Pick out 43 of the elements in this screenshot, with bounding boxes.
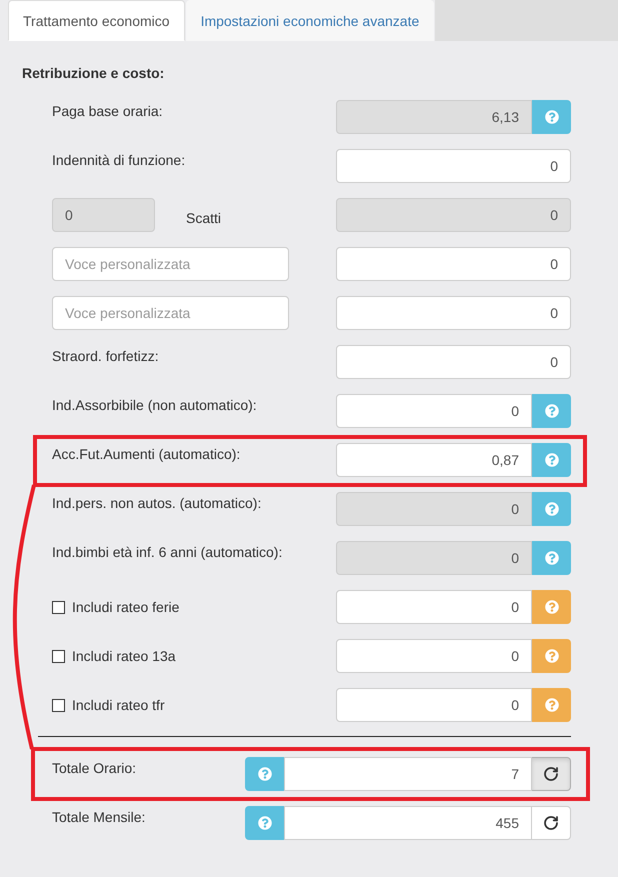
amount-field[interactable]: 0 [336,247,571,281]
help-button[interactable] [532,639,571,673]
field-label: Paga base oraria: [52,102,163,121]
name-field[interactable]: Voce personalizzata [52,247,289,281]
field-label: Indennità di funzione: [52,151,186,170]
amount-field[interactable]: 0 [336,296,571,330]
checkbox[interactable] [52,650,65,662]
help-button[interactable] [245,757,284,791]
tab[interactable]: Trattamento economico [8,0,185,41]
refresh-button[interactable] [532,806,571,840]
checkbox-label: Includi rateo 13a [72,647,176,666]
total-field[interactable]: 7 [284,757,532,791]
refresh-icon [543,766,559,782]
help-button[interactable] [532,394,571,428]
amount-field[interactable]: 0 [336,394,532,428]
amount-field[interactable]: 0 [336,345,571,379]
checkbox-label: Includi rateo ferie [72,598,180,617]
total-label: Totale Mensile: [52,808,146,827]
refresh-icon [543,815,559,831]
checkbox-label: Includi rateo tfr [72,696,165,715]
field-label: Acc.Fut.Aumenti (automatico): [52,445,240,464]
amount-field[interactable]: 0,87 [336,443,532,477]
field-label: Scatti [186,208,222,228]
amount-field[interactable]: 0 [336,149,571,183]
amount-field[interactable]: 0 [336,688,532,722]
amount-field[interactable]: 0 [336,590,532,624]
field-label: Ind.bimbi età inf. 6 anni (automatico): [52,543,282,562]
help-button[interactable] [532,688,571,722]
field-label: Straord. forfetizz: [52,347,159,366]
total-field[interactable]: 455 [284,806,532,840]
checkbox[interactable] [52,600,65,614]
checkbox[interactable] [52,698,65,712]
tab[interactable]: Impostazioni economiche avanzate [186,0,434,41]
name-field[interactable]: Voce personalizzata [52,296,289,330]
total-label: Totale Orario: [52,759,136,778]
amount-field[interactable]: 0 [336,639,532,673]
field-label: Ind.Assorbibile (non automatico): [52,396,257,415]
refresh-button[interactable] [532,757,571,791]
help-button[interactable] [532,443,571,477]
field-label: Ind.pers. non autos. (automatico): [52,494,262,513]
help-button[interactable] [532,590,571,624]
section-title: Retribuzione e costo: [22,64,166,83]
help-button[interactable] [245,806,284,840]
